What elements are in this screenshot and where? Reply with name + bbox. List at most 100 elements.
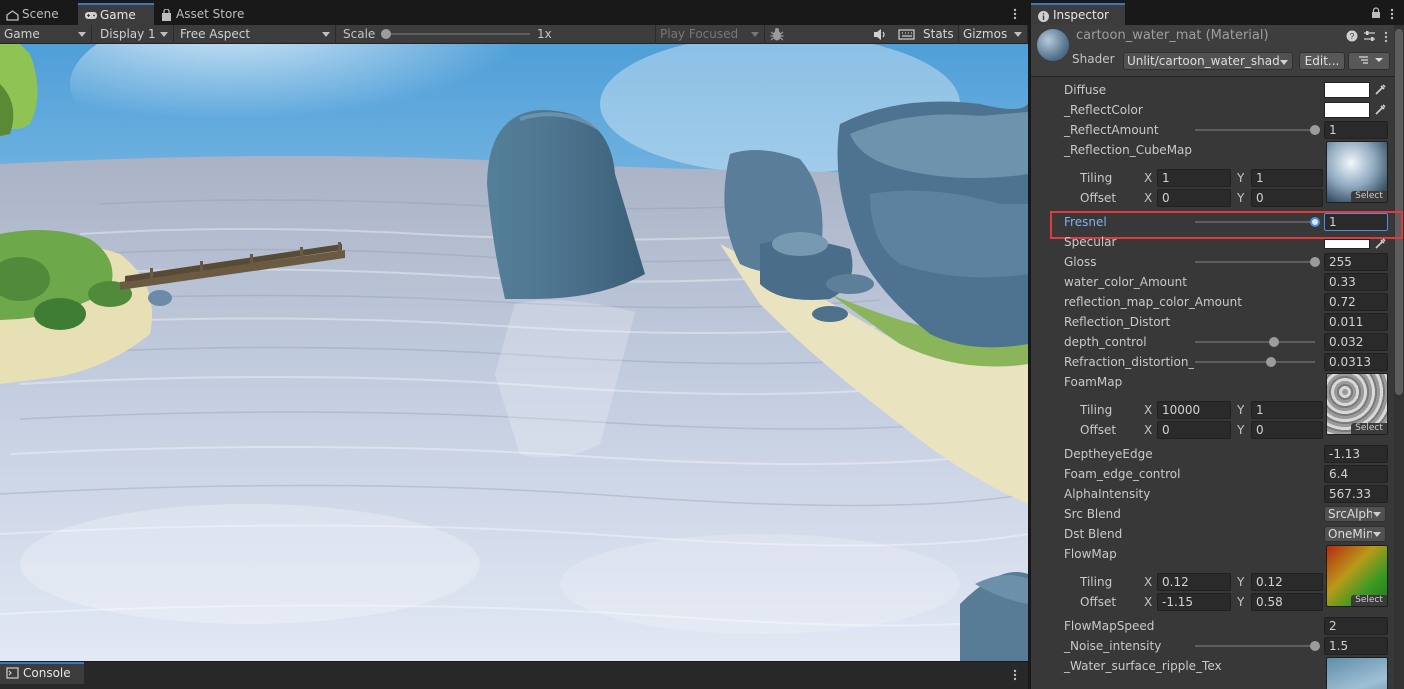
help-icon[interactable]: ? (1346, 30, 1358, 42)
prop-deptheye-edge-label: DeptheyeEdge (1064, 447, 1153, 461)
noise-intensity-slider-knob[interactable] (1310, 641, 1320, 651)
info-icon (1037, 9, 1050, 22)
refraction-distortion-slider[interactable] (1195, 361, 1315, 363)
aspect-value: Free Aspect (180, 27, 251, 41)
aspect-dropdown[interactable]: Free Aspect (176, 25, 336, 44)
bug-icon[interactable] (769, 27, 785, 42)
alpha-intensity-field[interactable]: 567.33 (1324, 485, 1388, 503)
material-more-options-icon[interactable] (1381, 30, 1391, 44)
foam-tiling-y-field[interactable]: 1 (1251, 401, 1323, 419)
foam-map-texture-slot[interactable]: Select (1326, 373, 1388, 435)
reflect-amount-slider-knob[interactable] (1310, 125, 1320, 135)
tab-game[interactable]: Game (78, 3, 154, 25)
tab-console[interactable]: Console (0, 662, 84, 684)
console-more-options-icon[interactable] (1010, 668, 1020, 682)
gloss-slider-knob[interactable] (1310, 257, 1320, 267)
flow-map-texture-slot[interactable]: Select (1326, 545, 1388, 607)
tab-inspector[interactable]: Inspector (1031, 3, 1125, 25)
prop-alpha-intensity-label: AlphaIntensity (1064, 487, 1151, 501)
prop-flow-map-label: FlowMap (1064, 547, 1117, 561)
display-dropdown[interactable]: Display 1 (96, 25, 174, 44)
flow-tiling-y-field[interactable]: 0.12 (1251, 573, 1323, 591)
depth-control-slider[interactable] (1195, 341, 1315, 343)
cubemap-offset-x-field[interactable]: 0 (1157, 189, 1231, 207)
dst-blend-dropdown[interactable]: OneMinus (1324, 526, 1386, 542)
foam-offset-y-field[interactable]: 0 (1251, 421, 1323, 439)
scale-slider[interactable] (381, 29, 530, 39)
shader-dropdown[interactable]: Unlit/cartoon_water_shader (1123, 52, 1293, 70)
water-ripple-texture-slot[interactable] (1326, 657, 1388, 689)
foam-offset-y-label: Y (1237, 423, 1245, 437)
noise-intensity-slider[interactable] (1195, 645, 1315, 647)
flow-offset-y-field[interactable]: 0.58 (1251, 593, 1323, 611)
noise-intensity-field[interactable]: 1.5 (1324, 637, 1388, 655)
eyedropper-icon[interactable] (1373, 103, 1387, 117)
inspector-scrollbar[interactable] (1394, 25, 1404, 689)
flow-tiling-x-label: X (1144, 575, 1153, 589)
reflect-amount-field[interactable]: 1 (1324, 121, 1388, 139)
cubemap-tiling-y-field[interactable]: 1 (1251, 169, 1323, 187)
view-mode-dropdown[interactable]: Game (0, 25, 92, 44)
keyboard-icon[interactable] (898, 27, 916, 42)
foam-tiling-label: Tiling (1080, 403, 1113, 417)
refraction-distortion-slider-knob[interactable] (1265, 357, 1276, 367)
play-mode-dropdown[interactable]: Play Focused (655, 25, 765, 44)
scale-slider-knob[interactable] (381, 29, 391, 39)
stats-button[interactable]: Stats (923, 25, 954, 43)
scale-value: 1x (537, 27, 552, 41)
depth-control-slider-knob[interactable] (1269, 337, 1280, 347)
chevron-down-icon (322, 32, 330, 37)
flow-offset-x-field[interactable]: -1.15 (1157, 593, 1231, 611)
reflect-amount-slider[interactable] (1195, 129, 1315, 131)
gloss-field[interactable]: 255 (1324, 253, 1388, 271)
cubemap-tiling-x-field[interactable]: 1 (1157, 169, 1231, 187)
cubemap-tiling-x-label: X (1144, 171, 1153, 185)
preset-sliders-icon[interactable] (1363, 30, 1376, 42)
tab-scene[interactable]: Scene (0, 3, 78, 25)
tab-asset-store-label: Asset Store (176, 7, 245, 21)
tab-asset-store[interactable]: Asset Store (154, 3, 264, 25)
foam-edge-control-field[interactable]: 6.4 (1324, 465, 1388, 483)
flow-map-speed-field[interactable]: 2 (1324, 617, 1388, 635)
foam-tiling-y-label: Y (1237, 403, 1245, 417)
lock-icon[interactable] (1371, 7, 1381, 19)
more-options-icon[interactable] (1010, 7, 1020, 21)
game-view-viewport[interactable] (0, 44, 1028, 661)
editor-tab-bar: Scene Game Asset Store (0, 3, 1028, 25)
foam-offset-x-field[interactable]: 0 (1157, 421, 1231, 439)
water-color-amount-field[interactable]: 0.33 (1324, 273, 1388, 291)
reflection-distort-field[interactable]: 0.011 (1324, 313, 1388, 331)
prop-reflection-cubemap-label: _Reflection_CubeMap (1064, 143, 1193, 157)
diffuse-color-swatch[interactable] (1324, 82, 1370, 98)
cubemap-tiling-label: Tiling (1080, 171, 1113, 185)
speaker-icon[interactable] (872, 27, 888, 42)
edit-shader-button[interactable]: Edit... (1299, 52, 1345, 70)
reflect-color-swatch[interactable] (1324, 102, 1370, 118)
deptheye-edge-field[interactable]: -1.13 (1324, 445, 1388, 463)
gloss-slider[interactable] (1195, 261, 1315, 263)
eyedropper-icon[interactable] (1373, 237, 1387, 251)
gizmos-dropdown[interactable]: Gizmos (958, 25, 1028, 44)
prop-noise-intensity-label: _Noise_intensity (1064, 639, 1162, 653)
flow-map-select-button[interactable]: Select (1351, 595, 1387, 606)
eyedropper-icon[interactable] (1373, 83, 1387, 97)
chevron-down-icon (751, 32, 759, 37)
flow-tiling-x-field[interactable]: 0.12 (1157, 573, 1231, 591)
prop-reflection-distort-label: Reflection_Distort (1064, 315, 1171, 329)
foam-tiling-x-field[interactable]: 10000 (1157, 401, 1231, 419)
chevron-down-icon (160, 32, 168, 37)
src-blend-dropdown[interactable]: SrcAlpha (1324, 506, 1386, 522)
shader-options-button[interactable] (1348, 52, 1390, 70)
shader-label: Shader (1072, 52, 1115, 66)
depth-control-field[interactable]: 0.032 (1324, 333, 1388, 351)
cubemap-select-button[interactable]: Select (1351, 191, 1387, 202)
foam-map-select-button[interactable]: Select (1351, 423, 1387, 434)
specular-color-swatch[interactable] (1324, 239, 1370, 249)
refraction-distortion-field[interactable]: 0.0313 (1324, 353, 1388, 371)
dst-blend-value: OneMinus (1328, 527, 1372, 541)
cubemap-offset-y-field[interactable]: 0 (1251, 189, 1323, 207)
reflection-map-color-amount-field[interactable]: 0.72 (1324, 293, 1388, 311)
cubemap-texture-slot[interactable]: Select (1326, 141, 1388, 203)
prop-depth-control-label: depth_control (1064, 335, 1147, 349)
inspector-more-options-icon[interactable] (1387, 7, 1397, 21)
